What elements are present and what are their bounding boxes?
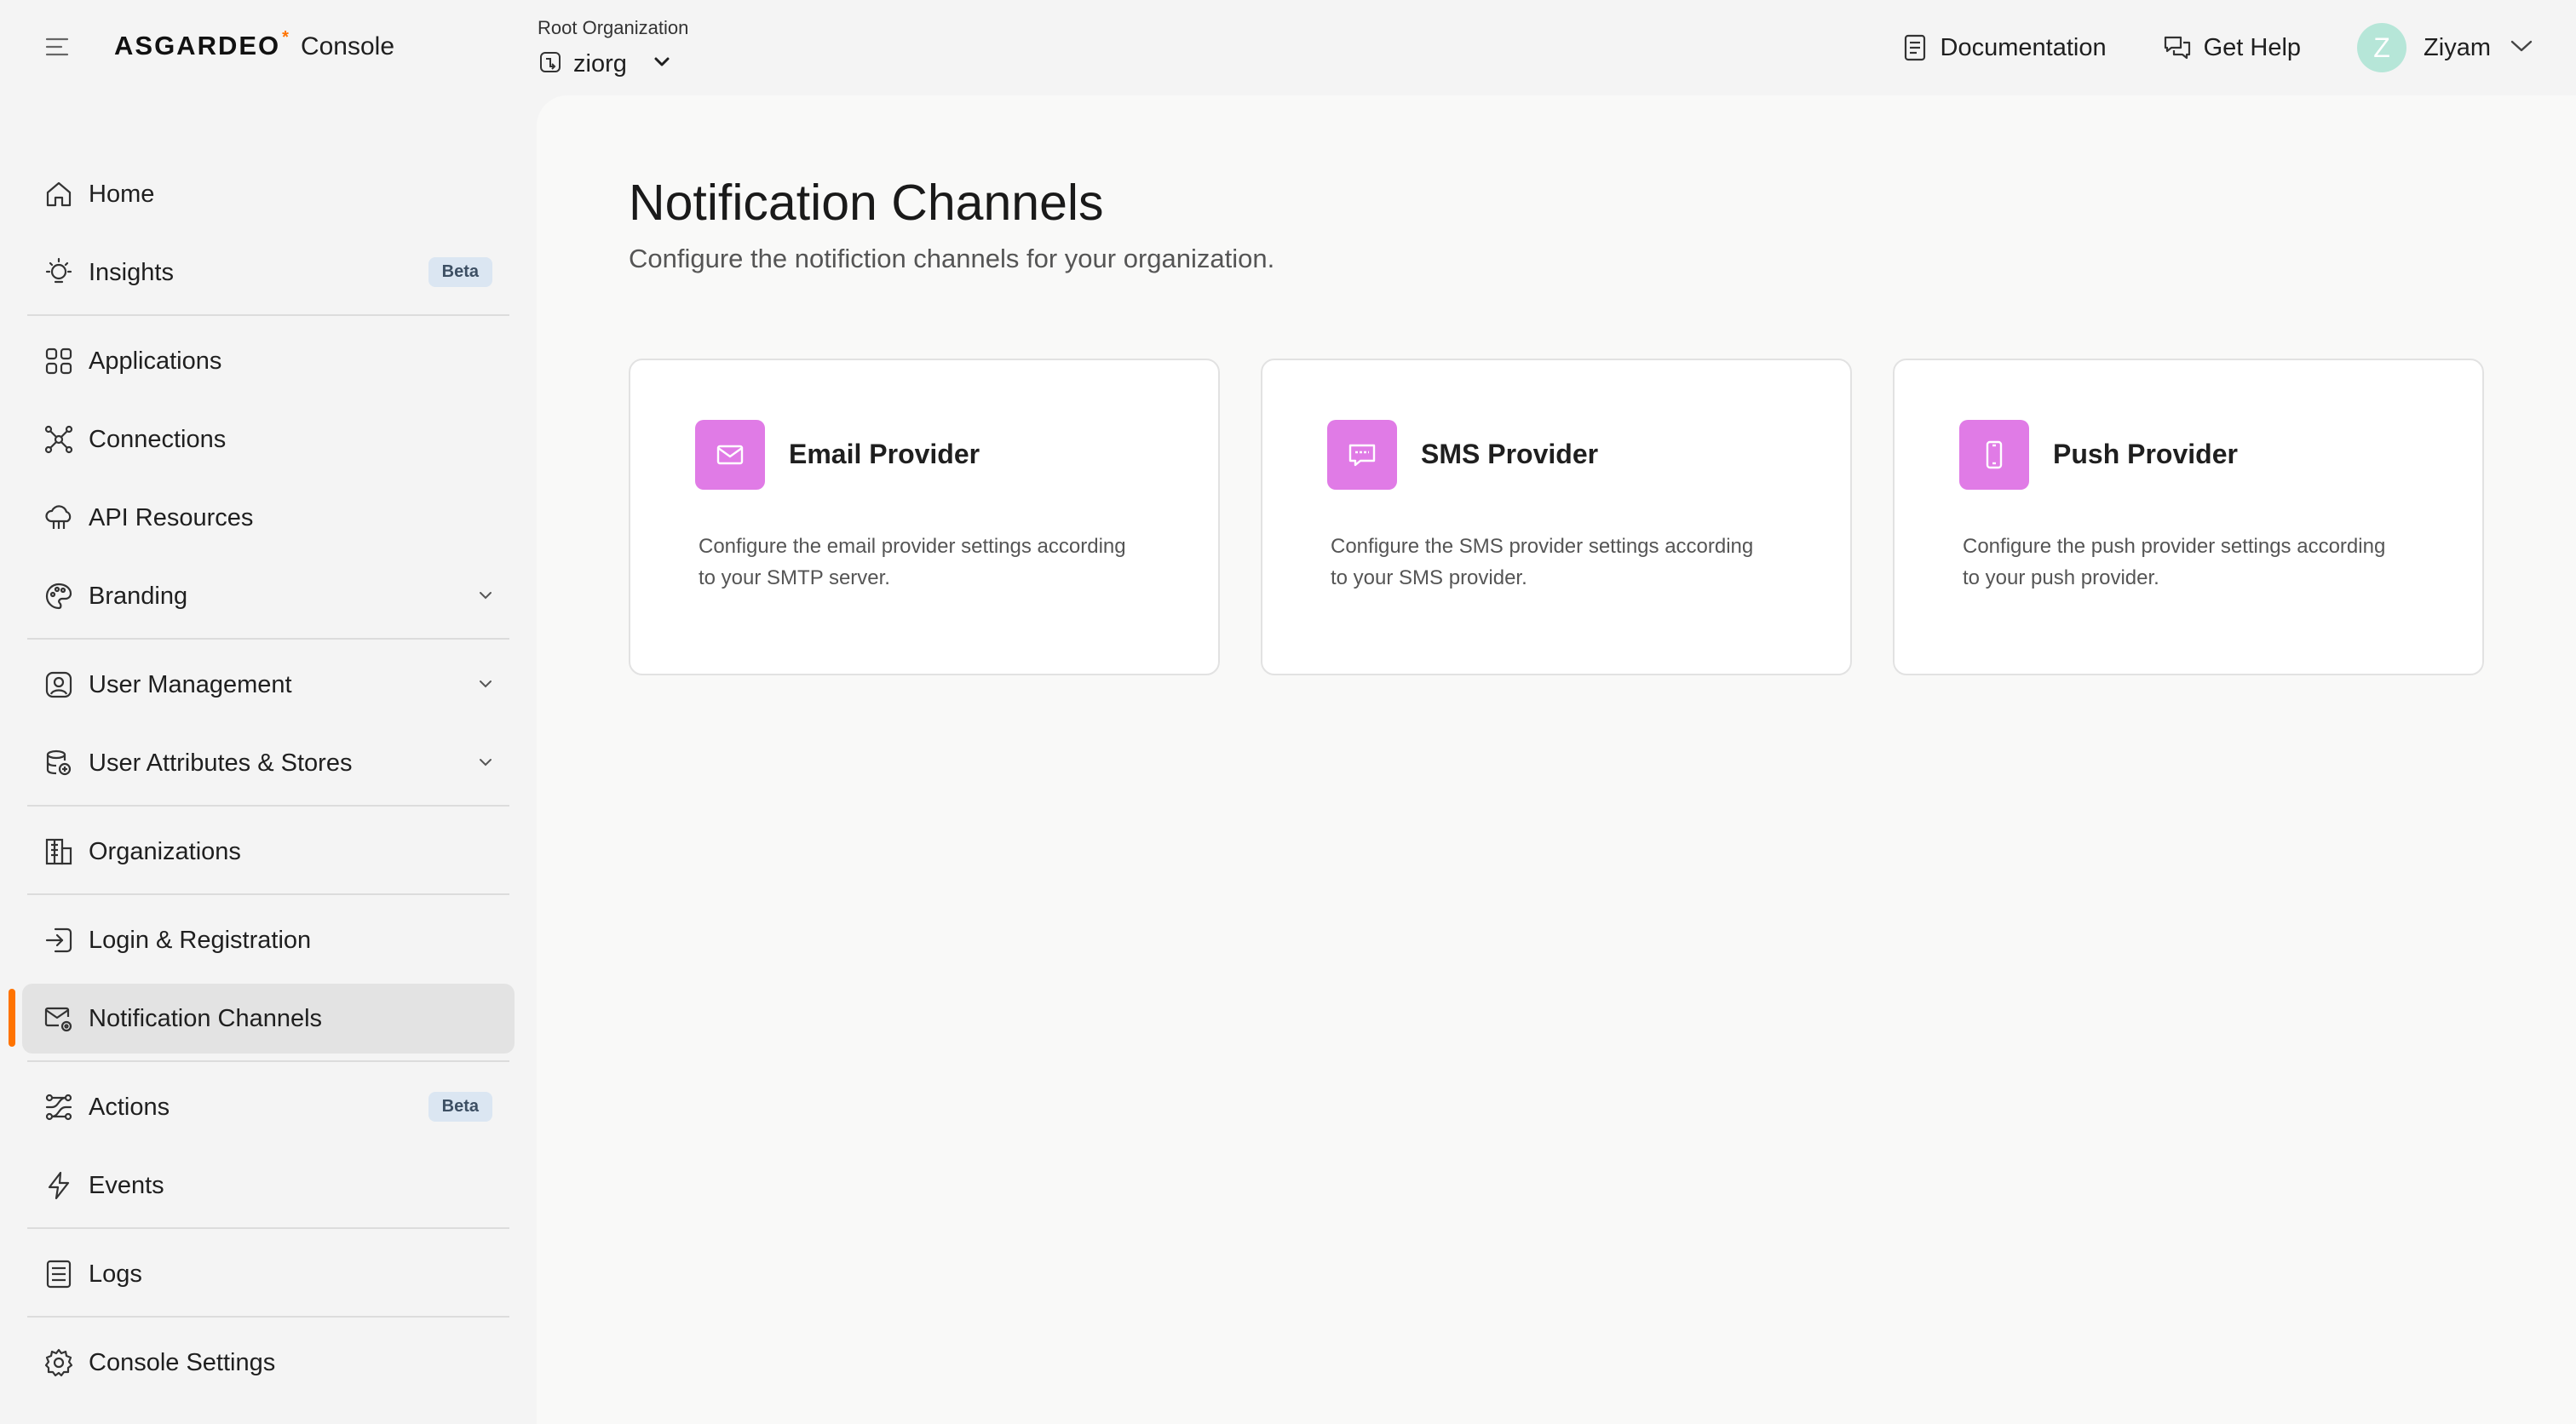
chat-icon	[2164, 36, 2190, 60]
sidebar-item-label: Applications	[89, 347, 222, 375]
palette-icon	[43, 580, 75, 612]
mail-icon	[695, 420, 765, 490]
divider	[27, 1060, 509, 1062]
top-header: ASGARDEO * Console Root Organization zio…	[0, 0, 2576, 95]
beta-badge: Beta	[428, 1092, 492, 1122]
card-title: Push Provider	[2053, 439, 2238, 469]
sidebar-item-logs[interactable]: Logs	[22, 1239, 515, 1309]
sidebar-item-label: API Resources	[89, 503, 254, 531]
gear-icon	[43, 1346, 75, 1379]
menu-toggle-icon[interactable]	[44, 34, 70, 60]
sidebar-item-label: Home	[89, 180, 155, 208]
sidebar-item-login-registration[interactable]: Login & Registration	[22, 905, 515, 975]
active-indicator	[9, 989, 15, 1047]
email-provider-card[interactable]: Email Provider Configure the email provi…	[629, 359, 1220, 675]
database-icon	[43, 747, 75, 779]
sidebar-item-label: Connections	[89, 425, 227, 453]
card-title: Email Provider	[789, 439, 980, 469]
sidebar-item-home[interactable]: Home	[22, 159, 515, 229]
grid-icon	[43, 345, 75, 377]
sidebar-item-label: Actions	[89, 1093, 170, 1121]
logo-star-icon: *	[282, 28, 289, 47]
home-icon	[43, 178, 75, 210]
push-provider-card[interactable]: Push Provider Configure the push provide…	[1893, 359, 2484, 675]
lightbulb-icon	[43, 256, 75, 289]
sidebar-item-organizations[interactable]: Organizations	[22, 817, 515, 887]
sidebar-item-actions[interactable]: Actions Beta	[22, 1072, 515, 1142]
sidebar-item-applications[interactable]: Applications	[22, 326, 515, 396]
org-name: ziorg	[573, 50, 627, 78]
divider	[27, 893, 509, 895]
card-description: Configure the email provider settings ac…	[699, 535, 1126, 589]
org-switch-icon	[538, 49, 563, 79]
sidebar-item-label: Login & Registration	[89, 926, 312, 954]
beta-badge: Beta	[428, 257, 492, 287]
console-label: Console	[300, 32, 395, 60]
cloud-icon	[43, 502, 75, 534]
sidebar-item-label: Notification Channels	[89, 1004, 323, 1032]
page-subtitle: Configure the notifiction channels for y…	[629, 244, 1275, 273]
connections-icon	[43, 423, 75, 456]
card-title: SMS Provider	[1421, 439, 1599, 469]
chevron-down-icon	[477, 587, 494, 608]
lightning-icon	[43, 1169, 75, 1202]
sidebar-item-events[interactable]: Events	[22, 1151, 515, 1220]
chevron-down-icon	[477, 675, 494, 697]
sidebar-item-branding[interactable]: Branding	[22, 561, 515, 631]
chevron-down-icon[interactable]	[653, 53, 671, 76]
divider	[27, 314, 509, 316]
document-icon	[1904, 34, 1925, 61]
get-help-link[interactable]: Get Help	[2163, 33, 2301, 62]
sidebar-item-label: Logs	[89, 1260, 142, 1288]
building-icon	[43, 835, 75, 868]
sidebar-item-user-attributes-stores[interactable]: User Attributes & Stores	[22, 728, 515, 798]
sidebar-item-label: Events	[89, 1171, 164, 1199]
sidebar-item-connections[interactable]: Connections	[22, 405, 515, 474]
logo-text: ASGARDEO	[114, 31, 281, 60]
divider	[27, 1316, 509, 1318]
chevron-down-icon	[477, 754, 494, 775]
sidebar-item-user-management[interactable]: User Management	[22, 650, 515, 720]
card-description: Configure the SMS provider settings acco…	[1331, 535, 1754, 589]
card-description: Configure the push provider settings acc…	[1963, 535, 2386, 589]
logs-icon	[43, 1258, 75, 1290]
asgardeo-logo[interactable]: ASGARDEO * Console	[114, 28, 395, 61]
org-label: Root Organization	[538, 17, 689, 38]
org-switcher[interactable]: Root Organization ziorg	[538, 17, 688, 79]
login-icon	[43, 924, 75, 956]
sidebar-item-label: User Management	[89, 670, 292, 698]
user-name[interactable]: Ziyam	[2424, 34, 2491, 62]
mail-settings-icon	[43, 1002, 75, 1035]
documentation-link[interactable]: Documentation	[1901, 33, 2107, 62]
page-title: Notification Channels	[629, 175, 1104, 231]
sidebar-item-notification-channels[interactable]: Notification Channels	[22, 984, 515, 1054]
sidebar-item-api-resources[interactable]: API Resources	[22, 483, 515, 553]
divider	[27, 638, 509, 640]
sidebar-item-label: Insights	[89, 258, 174, 286]
sidebar-item-label: Branding	[89, 582, 188, 610]
documentation-label: Documentation	[1940, 33, 2107, 61]
sidebar-item-console-settings[interactable]: Console Settings	[22, 1328, 515, 1398]
sidebar-item-label: Organizations	[89, 837, 241, 865]
user-icon	[43, 669, 75, 701]
divider	[27, 1227, 509, 1229]
avatar[interactable]: Z	[2357, 23, 2407, 72]
divider	[27, 805, 509, 807]
sidebar-item-insights[interactable]: Insights Beta	[22, 238, 515, 307]
get-help-label: Get Help	[2203, 33, 2302, 61]
actions-icon	[43, 1091, 75, 1123]
sms-icon	[1327, 420, 1397, 490]
sidebar-item-label: Console Settings	[89, 1348, 276, 1376]
chevron-down-icon[interactable]	[2510, 38, 2533, 58]
sidebar-item-label: User Attributes & Stores	[89, 749, 353, 777]
phone-icon	[1959, 420, 2029, 490]
sms-provider-card[interactable]: SMS Provider Configure the SMS provider …	[1261, 359, 1852, 675]
main-content: Notification Channels Configure the noti…	[537, 95, 2576, 1424]
